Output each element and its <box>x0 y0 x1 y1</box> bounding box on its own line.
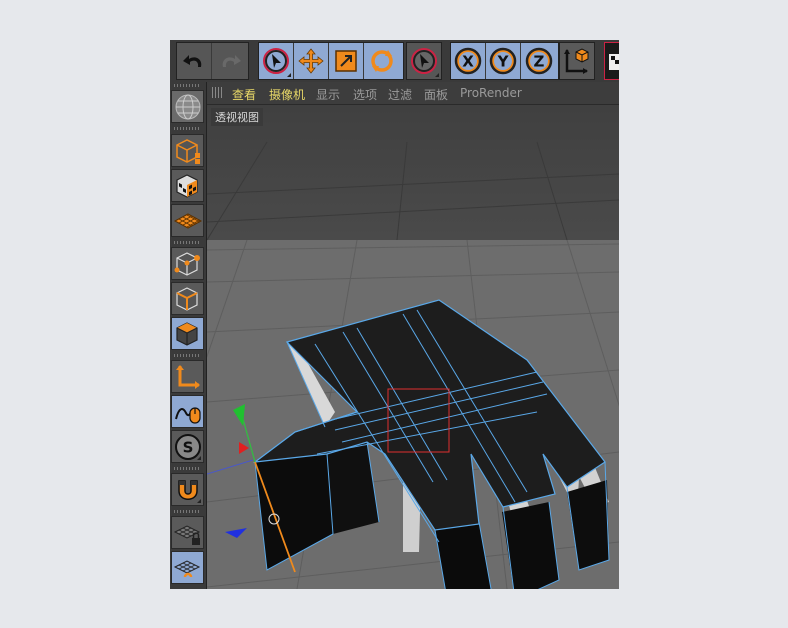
menu-options[interactable]: 选项 <box>353 86 377 103</box>
recent-tool-group <box>406 42 442 80</box>
render-view-icon <box>609 54 619 70</box>
redo-button[interactable] <box>212 43 247 79</box>
tweak-mode-button[interactable] <box>171 395 204 428</box>
world-coordinate-icon <box>564 48 589 74</box>
palette-grip <box>174 84 200 87</box>
tweak-mode-icon <box>174 406 201 424</box>
coordinate-system-button[interactable] <box>560 43 594 79</box>
model-mode-icon <box>175 138 200 164</box>
menu-panel[interactable]: 面板 <box>424 86 448 103</box>
axis-lock-group: X Y Z <box>450 42 559 80</box>
polygons-mode-button[interactable] <box>171 317 204 350</box>
edges-mode-icon <box>175 286 198 311</box>
palette-separator <box>174 467 200 470</box>
z-axis-lock-button[interactable]: Z <box>521 43 556 79</box>
move-icon <box>298 48 324 74</box>
scale-button[interactable] <box>329 43 364 79</box>
render-group <box>604 42 619 80</box>
menu-camera[interactable]: 摄像机 <box>269 86 305 103</box>
svg-text:X: X <box>462 53 474 71</box>
view-sphere-button[interactable] <box>171 90 204 123</box>
live-selection-icon <box>263 48 289 74</box>
points-mode-button[interactable] <box>171 247 204 280</box>
axis-mode-button[interactable] <box>171 360 204 393</box>
svg-text:S: S <box>182 438 193 456</box>
z-axis-icon: Z <box>525 47 552 75</box>
solo-button[interactable]: S <box>171 430 204 463</box>
polygons-mode-icon <box>175 321 198 346</box>
render-view-button[interactable] <box>605 43 619 79</box>
planar-workplane-icon <box>173 559 200 577</box>
axis-mode-icon <box>175 364 200 389</box>
palette-separator <box>174 241 200 244</box>
live-selection-button[interactable] <box>259 43 294 79</box>
palette-separator <box>174 354 200 357</box>
recent-tool-icon <box>411 48 437 74</box>
undo-button[interactable] <box>177 43 212 79</box>
viewport-menu-bar: 查看 摄像机 显示 选项 过滤 面板 ProRender <box>207 82 619 105</box>
recent-tool-button[interactable] <box>407 43 441 79</box>
coord-system-group <box>559 42 595 80</box>
viewport-name-label: 透视视图 <box>211 108 263 126</box>
tools-group <box>258 42 404 80</box>
rotate-button[interactable] <box>364 43 399 79</box>
menu-prorender[interactable]: ProRender <box>460 86 522 100</box>
mode-palette: S <box>170 82 207 589</box>
texture-mode-icon <box>175 173 198 198</box>
planar-workplane-button[interactable] <box>171 551 204 584</box>
view-sphere-icon <box>175 94 200 119</box>
undo-icon <box>183 55 202 67</box>
main-toolbar: X Y Z <box>170 40 619 83</box>
svg-text:Y: Y <box>497 53 510 71</box>
locked-workplane-button[interactable] <box>171 516 204 549</box>
palette-separator <box>174 510 200 513</box>
x-axis-icon: X <box>454 47 482 75</box>
move-button[interactable] <box>294 43 329 79</box>
menu-grip <box>212 87 224 98</box>
edges-mode-button[interactable] <box>171 282 204 315</box>
menu-display[interactable]: 显示 <box>316 86 340 103</box>
palette-separator <box>174 127 200 130</box>
x-axis-lock-button[interactable]: X <box>451 43 486 79</box>
texture-mode-button[interactable] <box>171 169 204 202</box>
perspective-viewport[interactable]: 查看 摄像机 显示 选项 过滤 面板 ProRender 透视视图 <box>207 82 619 589</box>
snap-button[interactable] <box>171 473 204 506</box>
y-axis-lock-button[interactable]: Y <box>486 43 521 79</box>
history-group <box>176 42 249 80</box>
model-mode-button[interactable] <box>171 134 204 167</box>
scale-icon <box>335 50 357 72</box>
redo-icon <box>222 55 241 67</box>
svg-text:Z: Z <box>533 53 544 71</box>
sky-background <box>207 104 619 240</box>
y-axis-icon: Y <box>489 47 517 75</box>
menu-view[interactable]: 查看 <box>232 86 256 103</box>
cinema4d-window: X Y Z S 查看 摄像机 显示 选项 过滤 面板 ProRender 透视视… <box>170 40 619 589</box>
workplane-icon <box>173 212 202 229</box>
workplane-button[interactable] <box>171 204 204 237</box>
rotate-icon <box>370 50 393 72</box>
locked-workplane-icon <box>173 524 200 545</box>
points-mode-icon <box>174 251 200 276</box>
menu-filter[interactable]: 过滤 <box>388 86 412 103</box>
3d-scene[interactable] <box>207 82 619 589</box>
